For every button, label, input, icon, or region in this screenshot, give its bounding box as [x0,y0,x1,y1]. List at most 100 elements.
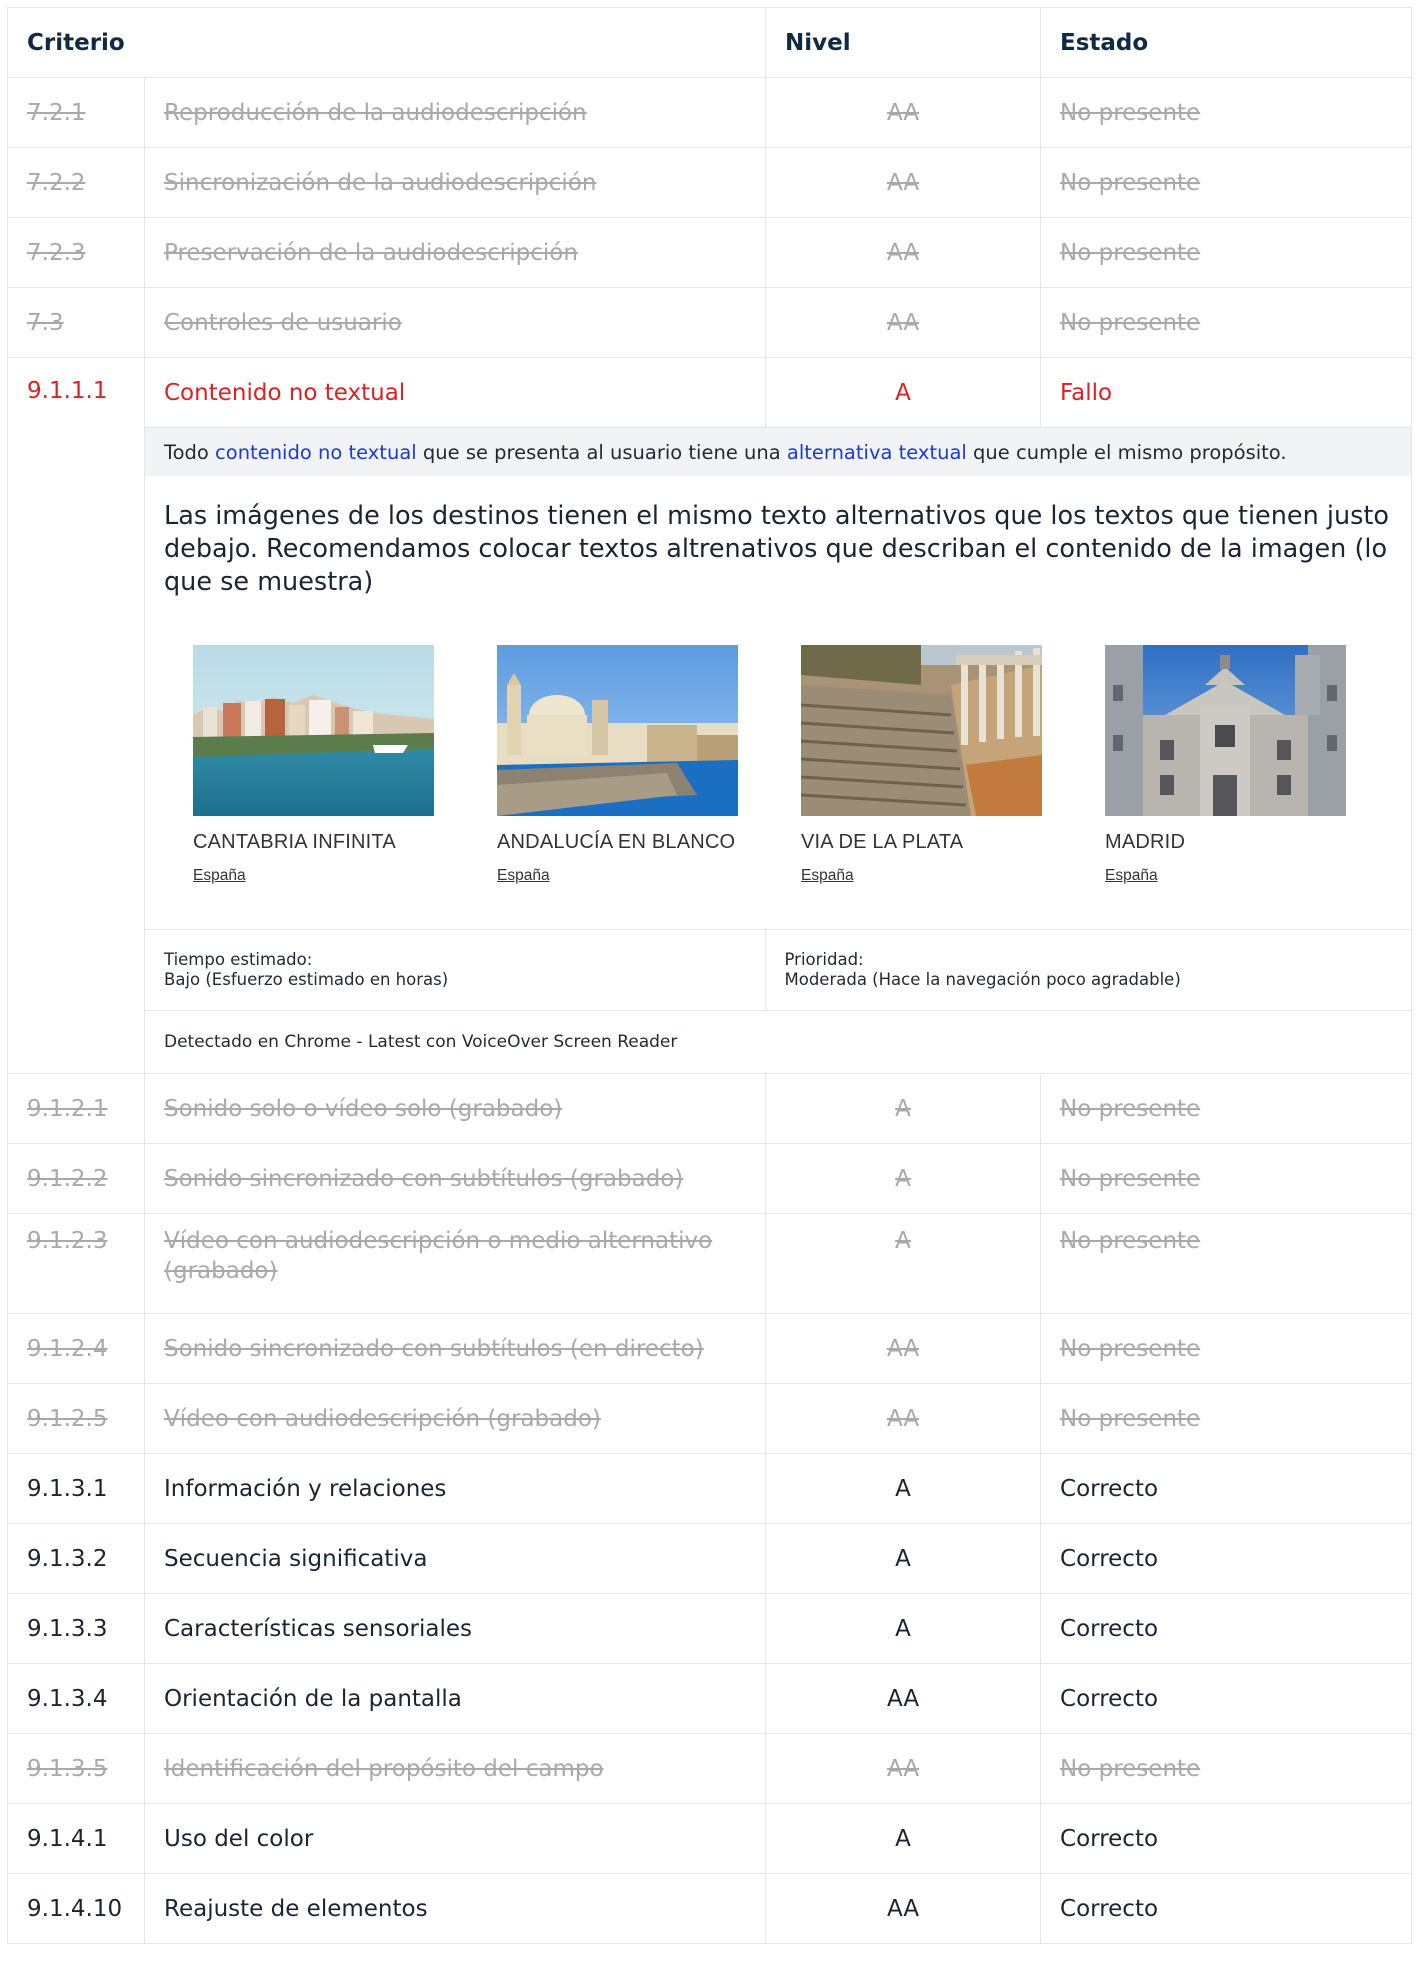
destination-card[interactable]: VIA DE LA PLATA España [801,645,1042,929]
cantabria-photo[interactable] [193,645,434,816]
criterion-id: 9.1.4.10 [7,1873,145,1944]
link-alternativa-textual[interactable]: alternativa textual [787,441,967,464]
destination-gallery: CANTABRIA INFINITA España ANDALUCÍA EN B… [145,599,1411,929]
card-title: VIA DE LA PLATA [801,831,964,853]
table-row: 7.3 Controles de usuario AA No presente [7,287,1413,358]
table-row: 9.1.2.1 Sonido solo o vídeo solo (grabad… [7,1073,1413,1144]
criterion-status: No presente [1040,1073,1413,1144]
estimate-table: Tiempo estimado: Bajo (Esfuerzo estimado… [145,929,1412,1011]
criterion-status: Correcto [1040,1453,1413,1524]
criterion-status: No presente [1040,1213,1413,1314]
destination-card[interactable]: MADRID España [1105,645,1346,929]
card-country-link[interactable]: España [1105,867,1346,885]
criterion-level: A [765,1593,1042,1664]
criterion-name: Vídeo con audiodescripción o medio alter… [143,1213,767,1314]
criterion-id: 7.2.2 [7,147,145,218]
criterion-name: Identificación del propósito del campo [143,1733,767,1804]
destination-card[interactable]: CANTABRIA INFINITA España [193,645,434,929]
criterion-status: No presente [1040,217,1413,288]
criterion-description: Todo contenido no textual que se present… [145,428,1412,476]
criterion-status: No presente [1040,1733,1413,1804]
criterion-status: Fallo [1040,357,1413,428]
criterion-id: 9.1.2.1 [7,1073,145,1144]
criterion-id: 9.1.3.5 [7,1733,145,1804]
card-country-link[interactable]: España [801,867,1042,885]
criterion-status: No presente [1040,147,1413,218]
criterion-id: 9.1.2.5 [7,1383,145,1454]
criterion-level: A [765,1213,1042,1314]
madrid-photo[interactable] [1105,645,1346,816]
card-country-link[interactable]: España [497,867,738,885]
header-estado: Estado [1040,7,1413,78]
criterion-name: Reajuste de elementos [143,1873,767,1944]
criterion-level: AA [765,1663,1042,1734]
criterion-name: Orientación de la pantalla [143,1663,767,1734]
criterion-status: No presente [1040,1383,1413,1454]
card-country-link[interactable]: España [193,867,434,885]
table-row: 9.1.2.5 Vídeo con audiodescripción (grab… [7,1383,1413,1454]
criterion-name: Contenido no textual [143,357,767,428]
table-row: 9.1.3.1 Información y relaciones A Corre… [7,1453,1413,1524]
header-nivel: Nivel [765,7,1042,78]
table-row: 9.1.2.4 Sonido sincronizado con subtítul… [7,1313,1413,1384]
via-de-la-plata-photo[interactable] [801,645,1042,816]
table-row: 7.2.1 Reproducción de la audiodescripció… [7,77,1413,148]
card-title: ANDALUCÍA EN BLANCO [497,831,736,853]
priority-label: Prioridad: [784,950,864,969]
criterion-name: Secuencia significativa [143,1523,767,1594]
criterion-level: AA [765,77,1042,148]
criterion-id: 9.1.2.3 [7,1213,145,1314]
criterion-id: 7.3 [7,287,145,358]
criterion-level: AA [765,1383,1042,1454]
criterion-id: 9.1.2.2 [7,1143,145,1214]
header-criterio: Criterio [6,7,767,78]
criterion-id: 9.1.3.4 [7,1663,145,1734]
criterion-status: No presente [1040,1143,1413,1214]
time-estimate-value: Bajo (Esfuerzo estimado en horas) [164,970,449,989]
criterion-name: Reproducción de la audiodescripción [143,77,767,148]
link-contenido-no-textual[interactable]: contenido no textual [215,441,417,464]
card-title: CANTABRIA INFINITA [193,831,396,853]
criterion-name: Controles de usuario [143,287,767,358]
criterion-status: Correcto [1040,1803,1413,1874]
criterion-level: A [765,1803,1042,1874]
criterion-level: A [765,1453,1042,1524]
criterion-name: Vídeo con audiodescripción (grabado) [143,1383,767,1454]
criterion-id: 9.1.3.2 [7,1523,145,1594]
priority-value: Moderada (Hace la navegación poco agrada… [784,970,1181,989]
criterion-status: No presente [1040,287,1413,358]
desc-text: que cumple el mismo propósito. [966,440,1287,464]
criterion-level: AA [765,147,1042,218]
table-row-fail: 9.1.1.1 Contenido no textual A Fallo [7,357,1413,1074]
andalucia-photo[interactable] [497,645,738,816]
table-row: 9.1.2.2 Sonido sincronizado con subtítul… [7,1143,1413,1214]
criterion-name: Sincronización de la audiodescripción [143,147,767,218]
time-estimate-label: Tiempo estimado: [164,950,313,969]
criterion-level: AA [765,1313,1042,1384]
criterion-level: A [765,1143,1042,1214]
criterion-id: 7.2.1 [7,77,145,148]
fail-detail-row: Todo contenido no textual que se present… [8,427,1413,1074]
table-row: 9.1.2.3 Vídeo con audiodescripción o med… [7,1213,1413,1314]
table-row: 9.1.3.2 Secuencia significativa A Correc… [7,1523,1413,1594]
criteria-report: Criterio Nivel Estado 7.2.1 Reproducción… [6,7,1413,1944]
criterion-level: AA [765,287,1042,358]
criterion-id: 9.1.2.4 [7,1313,145,1384]
destination-card[interactable]: ANDALUCÍA EN BLANCO España [497,645,738,929]
evaluator-notes: Las imágenes de los destinos tienen el m… [164,501,1389,597]
criterion-status: Correcto [1040,1593,1413,1664]
table-header-row: Criterio Nivel Estado [6,7,1413,78]
criterion-level: A [765,1073,1042,1144]
table-row: 9.1.4.10 Reajuste de elementos AA Correc… [7,1873,1413,1944]
time-estimate: Tiempo estimado: Bajo (Esfuerzo estimado… [145,930,765,1011]
criterion-status: No presente [1040,1313,1413,1384]
criterion-id: 9.1.3.3 [7,1593,145,1664]
criterion-level: AA [765,1733,1042,1804]
fail-detail: Todo contenido no textual que se present… [143,427,1413,1074]
criterion-name: Sonido sincronizado con subtítulos (en d… [143,1313,767,1384]
criterion-level: A [765,1523,1042,1594]
desc-text: Todo [164,440,216,464]
table-row: 9.1.3.4 Orientación de la pantalla AA Co… [7,1663,1413,1734]
card-title: MADRID [1105,831,1186,853]
criteria-table: Criterio Nivel Estado 7.2.1 Reproducción… [6,7,1413,1944]
